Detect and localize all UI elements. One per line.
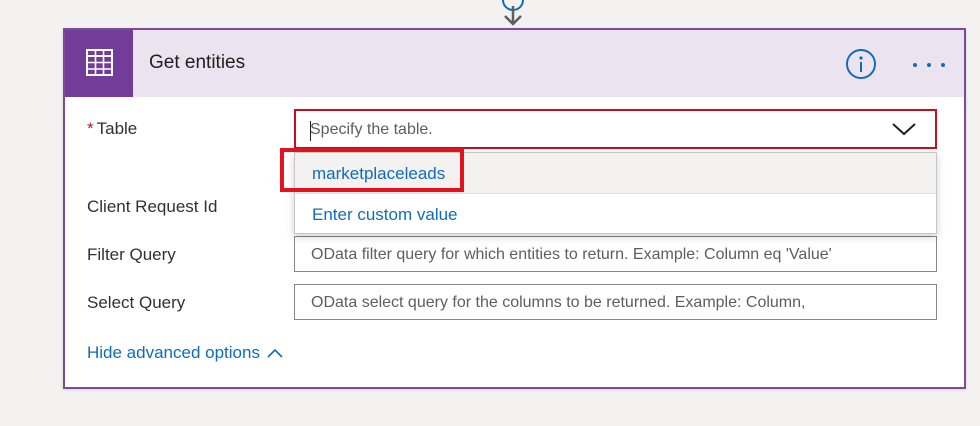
table-field-label: * Table (87, 119, 137, 139)
select-query-label: Select Query (87, 293, 186, 312)
hide-advanced-options-link[interactable]: Hide advanced options (87, 343, 284, 363)
connector-icon-box (65, 30, 133, 97)
required-mark: * (87, 119, 94, 138)
client-request-id-label: Client Request Id (87, 197, 218, 216)
filter-query-input[interactable]: OData filter query for which entities to… (294, 236, 937, 272)
card-title: Get entities (149, 52, 246, 73)
connector-arrow-icon (502, 0, 524, 26)
more-options-icon[interactable] (909, 48, 949, 80)
chevron-down-icon[interactable] (873, 111, 935, 147)
table-grid-icon (86, 49, 113, 76)
card-header[interactable]: Get entities (65, 30, 964, 97)
dropdown-option-custom-value[interactable]: Enter custom value (295, 194, 936, 234)
select-query-input[interactable]: OData select query for the columns to be… (294, 284, 937, 320)
filter-query-label: Filter Query (87, 245, 176, 264)
info-icon[interactable] (845, 48, 877, 80)
select-query-placeholder: OData select query for the columns to be… (311, 294, 806, 311)
table-label-text: Table (96, 119, 138, 138)
chevron-up-icon (267, 348, 283, 358)
action-card: Get entities * Table Specify the table. C… (63, 28, 966, 389)
filter-query-placeholder: OData filter query for which entities to… (311, 246, 832, 263)
table-placeholder: Specify the table. (310, 121, 433, 138)
hide-advanced-label: Hide advanced options (87, 343, 260, 362)
dropdown-option-label: Enter custom value (312, 205, 458, 224)
table-select[interactable]: Specify the table. (294, 109, 937, 149)
annotation-highlight-box (280, 148, 464, 192)
